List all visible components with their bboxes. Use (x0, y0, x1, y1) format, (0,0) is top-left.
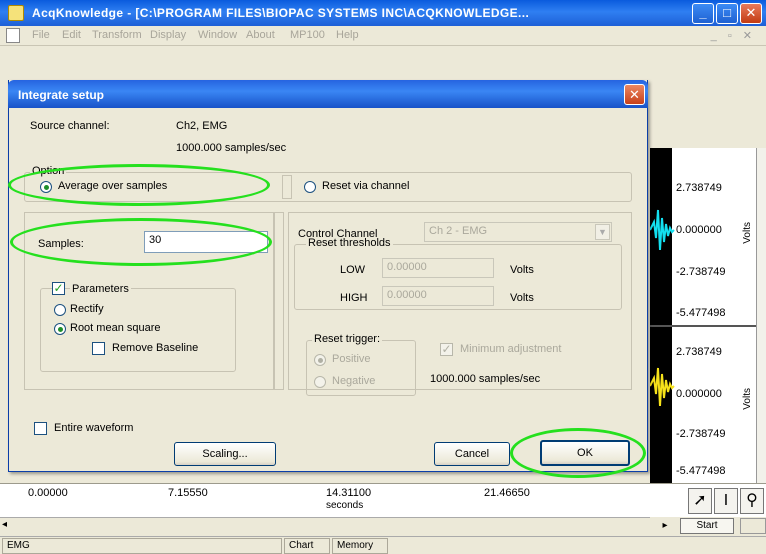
upper-unit-label: Volts (742, 222, 753, 244)
status-indicator (740, 518, 766, 534)
upper-axis-value: 0.000000 (676, 224, 722, 236)
panel-separator (274, 212, 284, 390)
upper-axis-value: 2.738749 (676, 182, 722, 194)
app-title-bar: AcqKnowledge - [C:\PROGRAM FILES\BIOPAC … (0, 0, 766, 26)
app-icon (8, 5, 24, 21)
status-memory: Memory (332, 538, 388, 554)
source-sample-rate: 1000.000 samples/sec (176, 142, 287, 154)
menu-transform[interactable]: Transform (92, 29, 142, 41)
rms-label[interactable]: Root mean square (70, 322, 161, 334)
positive-radio[interactable] (314, 354, 326, 366)
samples-label: Samples: (38, 238, 84, 250)
high-threshold-input[interactable]: 0.00000 (382, 286, 494, 306)
magnifier-icon[interactable]: ⚲ (740, 488, 764, 514)
close-icon[interactable]: ✕ (740, 3, 762, 24)
dialog-title-bar: Integrate setup (8, 80, 648, 108)
minimum-adjustment-label[interactable]: Minimum adjustment (460, 343, 561, 355)
lower-unit-label: Volts (742, 388, 753, 410)
menu-edit[interactable]: Edit (62, 29, 81, 41)
source-channel-value: Ch2, EMG (176, 120, 228, 132)
low-unit-label: Volts (510, 264, 534, 276)
chart-header-area (648, 46, 766, 148)
channel-divider (650, 325, 766, 327)
average-label[interactable]: Average over samples (58, 180, 167, 192)
parameters-checkbox[interactable]: ✓ (52, 282, 65, 295)
reset-channel-radio[interactable] (304, 181, 316, 193)
negative-label[interactable]: Negative (332, 375, 375, 387)
menu-file[interactable]: File (32, 29, 50, 41)
chevron-down-icon[interactable]: ▼ (595, 224, 610, 240)
lower-axis-value: -2.738749 (676, 428, 726, 440)
menu-help[interactable]: Help (336, 29, 359, 41)
upper-axis-value: -5.477498 (676, 307, 726, 319)
parameters-label[interactable]: Parameters (70, 283, 131, 295)
remove-baseline-checkbox[interactable] (92, 342, 105, 355)
lower-axis-value: 0.000000 (676, 388, 722, 400)
reset-trigger-label: Reset trigger: (312, 333, 383, 345)
remove-baseline-label[interactable]: Remove Baseline (112, 342, 198, 354)
time-unit-label: seconds (326, 500, 364, 511)
start-button[interactable]: Start (680, 518, 734, 534)
scroll-right-icon[interactable]: ▸ (652, 518, 678, 534)
control-sample-rate: 1000.000 samples/sec (430, 373, 541, 385)
menu-bar: File Edit Transform Display Window About… (0, 26, 766, 46)
menu-window[interactable]: Window (198, 29, 237, 41)
cancel-button[interactable]: Cancel (434, 442, 510, 466)
time-axis: 0.00000 7.15550 14.31100 seconds 21.4665… (0, 483, 766, 517)
control-channel-value: Ch 2 - EMG (429, 225, 488, 237)
status-bar: EMG Chart Memory (0, 536, 766, 554)
average-radio[interactable] (40, 181, 52, 193)
dialog-title: Integrate setup (18, 88, 105, 102)
lower-axis-value: 2.738749 (676, 346, 722, 358)
rectify-radio[interactable] (54, 304, 66, 316)
menu-display[interactable]: Display (150, 29, 186, 41)
reset-channel-label[interactable]: Reset via channel (322, 180, 409, 192)
low-label: LOW (340, 264, 366, 276)
status-chart: Chart (284, 538, 330, 554)
reset-trigger-groupbox (306, 340, 416, 396)
emg-wave-upper (650, 209, 675, 251)
time-tick: 21.46650 (484, 487, 530, 499)
app-title: AcqKnowledge - [C:\PROGRAM FILES\BIOPAC … (32, 6, 530, 20)
status-channel: EMG (2, 538, 282, 554)
child-window-controls[interactable]: _ ▫ ✕ (711, 29, 756, 42)
horizontal-scrollbar[interactable]: ◂ (0, 517, 650, 534)
ok-button[interactable]: OK (540, 440, 630, 466)
option-separator (282, 175, 292, 199)
high-unit-label: Volts (510, 292, 534, 304)
rectify-label[interactable]: Rectify (70, 303, 104, 315)
emg-wave-lower (650, 367, 675, 407)
time-tick: 14.31100 (326, 487, 372, 499)
minimize-icon[interactable]: _ (692, 3, 714, 24)
source-channel-label: Source channel: (30, 120, 110, 132)
option-group-label: Option (30, 165, 67, 177)
upper-axis-value: -2.738749 (676, 266, 726, 278)
scaling-button[interactable]: Scaling... (174, 442, 276, 466)
positive-label[interactable]: Positive (332, 353, 371, 365)
dialog-close-icon[interactable]: ✕ (624, 84, 645, 105)
scroll-left-icon[interactable]: ◂ (2, 519, 7, 530)
vertical-scrollbar[interactable] (756, 148, 766, 483)
entire-waveform-checkbox[interactable] (34, 422, 47, 435)
document-icon (6, 28, 20, 43)
control-channel-select[interactable]: Ch 2 - EMG ▼ (424, 222, 612, 242)
reset-thresholds-label: Reset thresholds (306, 237, 393, 249)
menu-mp100[interactable]: MP100 (290, 29, 325, 41)
maximize-icon[interactable]: □ (716, 3, 738, 24)
entire-waveform-label[interactable]: Entire waveform (54, 422, 133, 434)
high-label: HIGH (340, 292, 368, 304)
lower-axis-value: -5.477498 (676, 465, 726, 477)
pointer-icon[interactable]: ➚ (688, 488, 712, 514)
menu-about[interactable]: About (246, 29, 275, 41)
samples-input[interactable]: 30 (144, 231, 268, 253)
time-tick: 7.15550 (168, 487, 208, 499)
time-tick: 0.00000 (28, 487, 68, 499)
ibeam-icon[interactable]: I (714, 488, 738, 514)
rms-radio[interactable] (54, 323, 66, 335)
negative-radio[interactable] (314, 376, 326, 388)
minimum-adjustment-checkbox[interactable]: ✓ (440, 343, 453, 356)
low-threshold-input[interactable]: 0.00000 (382, 258, 494, 278)
